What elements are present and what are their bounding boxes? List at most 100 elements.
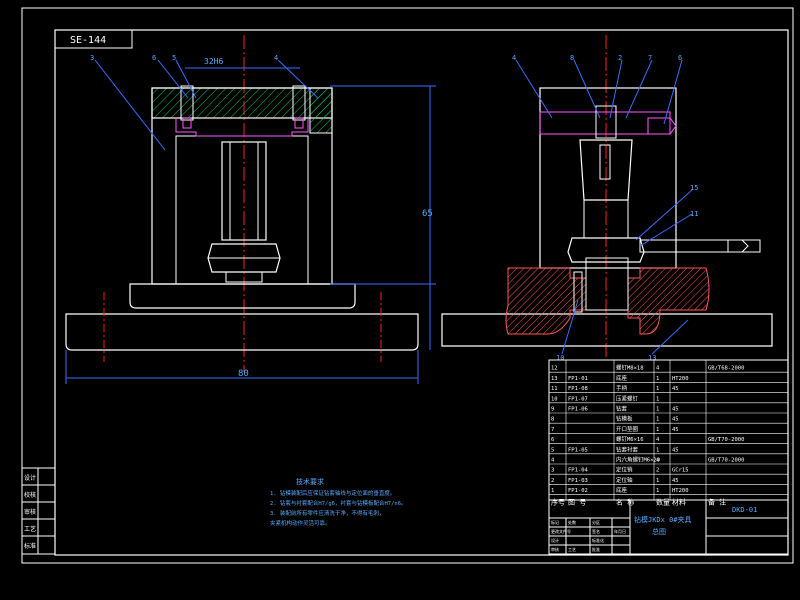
dim-height-text: 65 [422,209,433,219]
bom-cell-name: 开口垫圈 [616,425,639,433]
bom-header-2: 名 称 [616,498,634,507]
bom-cell-mat: HT200 [672,376,689,382]
side-handle [639,239,761,253]
side-stamp-strip: 设计 校核 审核 工艺 标准 [21,467,56,555]
bom-cell-no: 7 [551,427,554,433]
tb-cell-2: 处数 [568,519,576,525]
bom-cell-mat: HT200 [672,488,689,494]
bom-cell-code: FP1-01 [568,376,588,382]
side-balloon-7: 11 [690,210,698,218]
cad-drawing-canvas: SE-144 设计 校核 审核 工艺 标准 65 80 32H6 3 6 5 4… [21,7,794,564]
side-balloon-6: 15 [690,184,698,192]
tb-cell-3: 分区 [592,519,600,525]
tb-cell-10: 工艺 [568,547,576,552]
bom-cell-no: 6 [551,437,554,443]
bom-header-0: 序号 [551,498,565,507]
bom-cell-name: 定位销 [616,466,633,474]
bom-cell-name: 螺钉M8×18 [616,364,644,372]
bom-cell-no: 13 [551,376,558,382]
bom-cell-code: FP1-08 [568,386,588,392]
bom-cell-qty: 1 [656,396,659,402]
side-balloon-9: 13 [648,354,656,362]
note-line-3: 3. 装配前所有零件应清洗干净，不得有毛刺， [270,509,384,517]
tb-cell-7: 设计 [551,537,559,543]
side-balloon-3: 2 [618,54,622,62]
bom-cell-name: 定位轴 [616,476,633,484]
bom-header-3: 数量 [656,498,670,507]
bom-cell-no: 1 [551,488,554,494]
bom-cell-note: GB/T68-2000 [708,366,744,372]
bom-cell-name: 钻套衬套 [616,445,639,453]
bom-cell-no: 5 [551,447,554,453]
side-balloon-5: 6 [678,54,682,62]
dim-top-text: 32H6 [204,57,223,66]
side-section-right [627,267,710,335]
stamp-label-5: 标准 [24,542,36,550]
tb-cell-1: 标记 [551,519,559,525]
bom-cell-name: 底座 [616,374,628,382]
technical-notes: 技术要求 1. 钻模装配后应保证钻套轴线与定位面的垂直度。 2. 钻套与衬套配合… [270,477,407,527]
bom-cell-mat: 45 [672,427,679,433]
bom-table: 12 螺钉M8×18 4 GB/T68-200013 FP1-01 底座 1 HT20011 F… [548,359,789,507]
side-view: 4 8 2 7 6 15 11 10 13 [441,35,773,362]
bom-cell-no: 2 [551,478,554,484]
notes-title: 技术要求 [296,477,324,486]
bom-cell-name: 手柄 [616,384,628,392]
bom-cell-no: 9 [551,407,554,413]
bom-cell-no: 11 [551,386,558,392]
bom-cell-code: FP1-02 [568,488,588,494]
bom-cell-qty: 4 [656,437,660,443]
bom-cell-code: FP1-07 [568,396,588,402]
bom-cell-qty: 1 [656,427,659,433]
bom-cell-name: 钻模板 [616,415,633,423]
bom-header-4: 材料 [672,498,686,507]
side-housing [539,87,677,269]
bom-cell-mat: 45 [672,386,679,392]
bom-cell-code: FP1-06 [568,407,588,413]
bom-cell-qty: 1 [656,376,659,382]
front-balloon-4: 4 [274,54,278,62]
tb-cell-4: 更改文件号 [551,528,571,534]
bom-cell-mat: 45 [672,447,679,453]
drawing-code: SE-144 [70,35,106,46]
bom-cell-no: 10 [551,396,558,402]
side-base-plate [441,313,773,347]
bom-cell-qty: 1 [656,407,659,413]
stamp-label-3: 审核 [24,508,36,516]
tb-cell-11: 批准 [592,546,600,552]
bom-cell-name: 内六角螺钉M6×20 [616,456,660,464]
side-drill-plate [539,111,671,135]
bom-cell-qty: 1 [656,488,659,494]
bom-cell-mat: 45 [672,478,679,484]
tb-cell-6: 年月日 [614,528,626,534]
bom-cell-no: 3 [551,468,554,474]
drawing-number: DKD-01 [732,506,757,514]
side-balloon-8: 10 [556,354,564,362]
bom-cell-mat: GCr15 [672,468,689,474]
dim-width-text: 80 [238,369,249,379]
tb-cell-9: 审核 [551,546,559,552]
bom-cell-qty: 1 [656,386,659,392]
bom-cell-no: 8 [551,417,554,423]
bom-cell-mat: 45 [672,417,679,423]
stamp-label-1: 设计 [24,474,36,482]
bom-cell-qty: 1 [656,417,659,423]
front-balloon-3: 5 [172,54,176,62]
title-block: 钻模JKDx 0#夹具 总图 DKD-01 标记 处数 分区 更改文件号 签名 … [548,499,789,555]
drawing-code-box: SE-144 [54,29,133,49]
note-line-1: 1. 钻模装配后应保证钻套轴线与定位面的垂直度。 [270,489,395,497]
bom-cell-name: 钻套 [616,405,628,413]
bom-header-5: 备 注 [708,498,726,507]
tb-cell-8: 标准化 [592,537,604,543]
bom-cell-qty: 1 [656,447,659,453]
side-balloon-2: 8 [570,54,574,62]
bom-cell-qty: 2 [656,468,659,474]
front-flange [129,283,356,309]
bom-cell-qty: 1 [656,478,659,484]
bom-cell-mat: 45 [672,407,679,413]
note-line-4: 夹紧机构动作灵活可靠。 [270,519,331,527]
front-base-plate [65,313,419,351]
title-line-2: 总图 [652,527,666,536]
bom-cell-name: 底座 [616,486,628,494]
title-line-1: 钻模JKDx 0#夹具 [634,515,692,524]
